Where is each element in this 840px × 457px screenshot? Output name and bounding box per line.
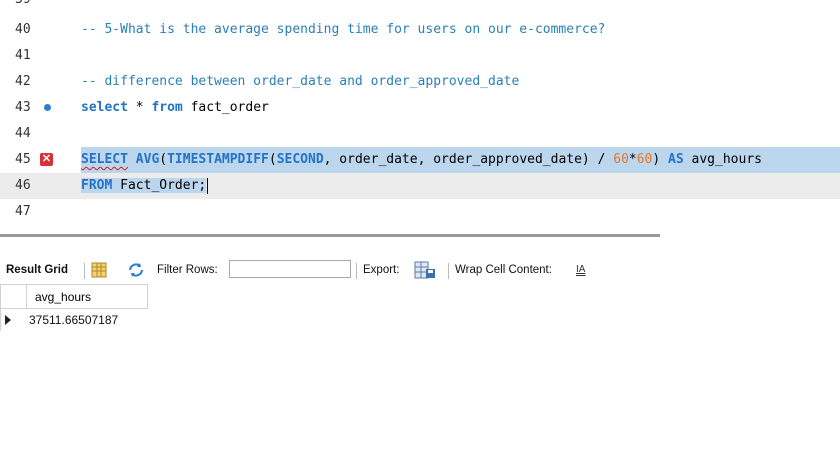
error-marker-icon[interactable]: ✕ xyxy=(40,153,53,166)
grid-corner xyxy=(0,284,26,309)
keyword: SECOND xyxy=(276,152,324,167)
result-toolbar: Result Grid Filter Rows: Export: Wrap Ce… xyxy=(0,257,840,283)
number: 60 xyxy=(613,152,629,167)
sql-statement: FROM Fact_Order; xyxy=(81,173,209,199)
filter-rows-label: Filter Rows: xyxy=(157,264,218,276)
divider xyxy=(356,263,357,279)
text-caret xyxy=(207,177,209,194)
code-token: avg_hours xyxy=(683,152,762,167)
keyword: SELECT xyxy=(81,152,128,167)
editor-line: 43 select * from fact_order xyxy=(0,95,840,121)
line-number: 44 xyxy=(15,126,31,141)
editor-line-current: 46 FROM Fact_Order; xyxy=(0,173,840,199)
column-header-avg-hours[interactable]: avg_hours xyxy=(26,284,148,309)
grid-cell[interactable]: 37511.66507187 xyxy=(29,309,118,331)
sql-editor[interactable]: 39 40 -- 5-What is the average spending … xyxy=(0,0,840,232)
editor-line: 44 xyxy=(0,121,840,147)
current-row-indicator[interactable] xyxy=(0,309,26,331)
line-number: 46 xyxy=(15,178,31,193)
line-number: 47 xyxy=(15,204,31,219)
editor-line: 40 -- 5-What is the average spending tim… xyxy=(0,17,840,43)
grid-view-icon[interactable] xyxy=(91,262,107,278)
editor-line: 39 xyxy=(0,0,840,13)
code-token: * xyxy=(127,100,152,115)
code-token: fact_order xyxy=(182,100,269,115)
code-token: * xyxy=(628,152,637,167)
editor-line: 42 -- difference between order_date and … xyxy=(0,69,840,95)
line-number: 45 xyxy=(15,152,31,167)
function: TIMESTAMPDIFF xyxy=(167,152,269,167)
result-grid-tab[interactable]: Result Grid xyxy=(6,257,68,283)
statement-marker-icon[interactable] xyxy=(44,104,51,111)
divider xyxy=(84,263,85,279)
code-token: , order_date, order_approved_date) / xyxy=(323,152,614,167)
wrap-cell-content-icon[interactable]: IA xyxy=(576,257,585,283)
line-number: 39 xyxy=(15,0,35,13)
code-token: ) xyxy=(652,152,669,167)
export-label: Export: xyxy=(363,264,400,276)
code-token: Fact_Order; xyxy=(112,178,207,193)
filter-rows-input[interactable] xyxy=(229,260,351,278)
line-number: 41 xyxy=(15,48,31,63)
row-pointer-icon xyxy=(5,315,11,325)
keyword: AS xyxy=(668,152,684,167)
editor-line: 45 ✕ SELECT AVG(TIMESTAMPDIFF(SECOND, or… xyxy=(0,147,840,173)
keyword: from xyxy=(151,100,183,115)
editor-line: 47 xyxy=(0,199,840,225)
line-number: 40 xyxy=(15,22,31,37)
comment-text: -- 5-What is the average spending time f… xyxy=(81,22,606,37)
keyword: FROM xyxy=(81,178,113,193)
wrap-cell-content-label: Wrap Cell Content: xyxy=(455,264,552,276)
line-number: 42 xyxy=(15,74,31,89)
number: 60 xyxy=(636,152,653,167)
horizontal-scrollbar[interactable] xyxy=(0,234,660,237)
line-number: 43 xyxy=(15,100,31,115)
sql-statement: SELECT AVG(TIMESTAMPDIFF(SECOND, order_d… xyxy=(81,147,840,173)
sql-statement: select * from fact_order xyxy=(81,95,269,121)
function: AVG xyxy=(135,152,160,167)
refresh-icon[interactable] xyxy=(127,262,145,278)
comment-text: -- difference between order_date and ord… xyxy=(81,74,520,89)
editor-line: 41 xyxy=(0,43,840,69)
divider xyxy=(448,263,449,279)
keyword: select xyxy=(81,100,128,115)
export-icon[interactable] xyxy=(414,261,436,279)
